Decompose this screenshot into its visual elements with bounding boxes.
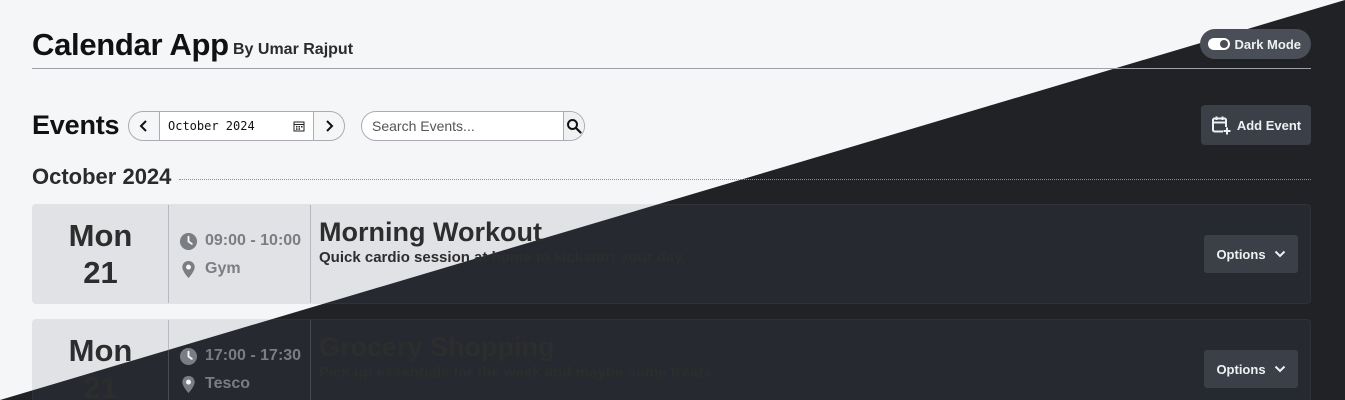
event-meta: 09:00 - 10:00 Gym <box>169 205 311 303</box>
event-date: Mon 21 <box>33 205 169 303</box>
event-meta: 17:00 - 17:30 Tesco <box>169 320 311 400</box>
previous-month-button[interactable] <box>129 112 159 140</box>
event-time: 09:00 - 10:00 <box>205 232 302 249</box>
next-month-button[interactable] <box>314 112 344 140</box>
chevron-right-icon <box>326 120 334 132</box>
month-heading-label: October 2024 <box>32 164 172 189</box>
search-input[interactable] <box>362 112 563 140</box>
search-events-box <box>361 111 585 141</box>
event-location: Gym <box>205 260 241 277</box>
clock-icon <box>179 232 198 250</box>
event-day-name: Mon <box>68 333 133 368</box>
add-event-button[interactable]: Add Event <box>1201 105 1311 145</box>
month-picker-input[interactable]: October 2024 <box>159 112 314 140</box>
event-time-row: 17:00 - 17:30 <box>179 342 310 370</box>
event-day-number: 21 <box>83 255 118 290</box>
event-options-button[interactable]: Options <box>1204 350 1298 388</box>
event-title: Morning Workout <box>319 217 542 247</box>
events-title: Events <box>32 110 120 140</box>
event-description: Pick up essentials for the week and mayb… <box>319 364 716 381</box>
app-title: Calendar App <box>32 27 229 62</box>
month-section-heading: October 2024 <box>32 164 1311 190</box>
clock-icon <box>179 347 198 365</box>
event-time-row: 09:00 - 10:00 <box>179 227 310 255</box>
app-byline: By Umar Rajput <box>233 41 354 58</box>
dark-mode-label: Dark Mode <box>1234 36 1301 52</box>
location-pin-icon <box>182 375 195 393</box>
event-time: 17:00 - 17:30 <box>205 347 302 364</box>
calendar-app: Calendar App By Umar Rajput Dark Mode Ev… <box>32 0 1311 400</box>
event-date: Mon 21 <box>33 320 169 400</box>
event-title: Grocery Shopping <box>319 332 555 362</box>
options-label: Options <box>1216 246 1266 262</box>
event-location: Tesco <box>205 375 251 392</box>
events-toolbar: Events October 2024 Add Event <box>32 69 1311 179</box>
month-navigator: October 2024 <box>128 111 345 141</box>
options-label: Options <box>1216 361 1266 377</box>
event-day-number: 21 <box>83 370 118 400</box>
event-card[interactable]: Mon 21 17:00 - 17:30 Tesco Grocery Shopp… <box>32 319 1311 400</box>
add-event-label: Add Event <box>1236 117 1302 133</box>
chevron-down-icon <box>1274 365 1285 373</box>
calendar-picker-icon[interactable] <box>293 120 305 132</box>
event-info: Morning Workout Quick cardio session at … <box>311 205 1310 303</box>
app-header: Calendar App By Umar Rajput Dark Mode <box>32 0 1311 69</box>
event-card[interactable]: Mon 21 09:00 - 10:00 Gym Morning Workout… <box>32 204 1311 304</box>
calendar-plus-icon <box>1211 116 1231 135</box>
chevron-down-icon <box>1274 250 1285 258</box>
event-description: Quick cardio session at home to kickstar… <box>319 249 686 266</box>
month-picker-value: October 2024 <box>168 119 255 133</box>
event-location-row: Gym <box>179 255 310 283</box>
dark-mode-toggle[interactable]: Dark Mode <box>1199 29 1311 59</box>
search-icon <box>567 119 582 134</box>
chevron-left-icon <box>139 120 147 132</box>
month-heading-divider <box>179 178 1311 180</box>
event-location-row: Tesco <box>179 370 310 398</box>
toggle-switch-icon <box>1207 38 1230 50</box>
event-day-name: Mon <box>68 218 133 253</box>
search-button[interactable] <box>563 112 584 140</box>
event-info: Grocery Shopping Pick up essentials for … <box>311 320 1310 400</box>
location-pin-icon <box>182 260 195 278</box>
event-options-button[interactable]: Options <box>1204 235 1298 273</box>
